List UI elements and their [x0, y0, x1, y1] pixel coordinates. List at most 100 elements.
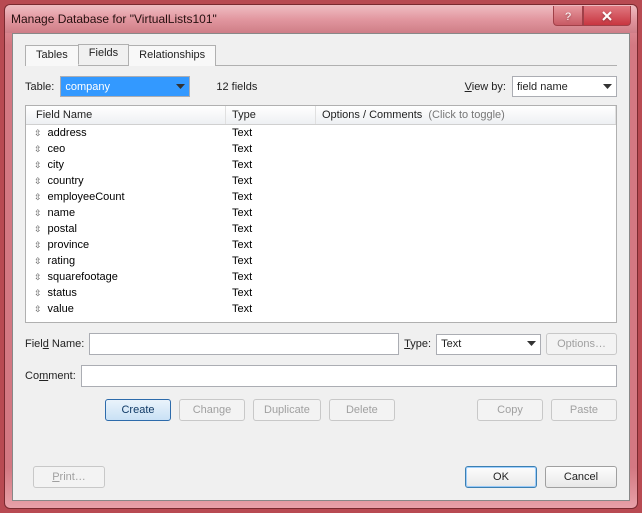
fields-grid[interactable]: Field Name Type Options / Comments (Clic… [25, 105, 617, 323]
cell-type: Text [226, 223, 316, 235]
chevron-down-icon [603, 84, 612, 90]
comment-label: Comment: [25, 370, 76, 382]
duplicate-button[interactable]: Duplicate [253, 399, 321, 421]
field-name-text: status [48, 287, 77, 299]
drag-handle-icon[interactable]: ⇳ [34, 160, 42, 171]
field-count: 12 fields [216, 81, 257, 93]
table-row[interactable]: ⇳ postal Text [26, 221, 616, 237]
tab-label: Fields [89, 47, 118, 59]
drag-handle-icon[interactable]: ⇳ [34, 240, 42, 251]
table-row[interactable]: ⇳cityText [26, 157, 616, 173]
field-name-text: city [48, 159, 65, 171]
col-field-name[interactable]: Field Name [26, 106, 226, 124]
cell-type: Text [226, 239, 316, 251]
grid-body: ⇳addressText⇳ceoText⇳cityText⇳countryTex… [26, 125, 616, 317]
table-select-value: company [65, 81, 110, 93]
drag-handle-icon[interactable]: ⇳ [34, 256, 42, 267]
field-name-text: ceo [48, 143, 66, 155]
drag-handle-icon[interactable]: ⇳ [34, 272, 42, 283]
table-row[interactable]: ⇳squarefootageText [26, 269, 616, 285]
tab-fields[interactable]: Fields [78, 44, 129, 65]
delete-button[interactable]: Delete [329, 399, 395, 421]
drag-handle-icon[interactable]: ⇳ [34, 288, 42, 299]
table-row[interactable]: ⇳employeeCountText [26, 189, 616, 205]
button-label: Change [193, 404, 232, 416]
options-button-label: Options… [557, 338, 606, 350]
table-row[interactable]: ⇳ address Text [26, 125, 616, 141]
drag-handle-icon[interactable]: ⇳ [34, 192, 42, 203]
button-label: Create [121, 404, 154, 416]
table-row[interactable]: ⇳ province Text [26, 237, 616, 253]
field-name-text: postal [48, 223, 77, 235]
grid-header[interactable]: Field Name Type Options / Comments (Clic… [26, 106, 616, 125]
copy-button[interactable]: Copy [477, 399, 543, 421]
cell-field-name: ⇳country [26, 175, 226, 187]
tab-label: Tables [36, 49, 68, 61]
table-row[interactable]: ⇳ratingText [26, 253, 616, 269]
cell-field-name: ⇳employeeCount [26, 191, 226, 203]
cell-type: Text [226, 143, 316, 155]
options-button[interactable]: Options… [546, 333, 617, 355]
paste-button[interactable]: Paste [551, 399, 617, 421]
ok-button[interactable]: OK [465, 466, 537, 488]
cell-field-name: ⇳ ceo [26, 143, 226, 155]
print-button[interactable]: Print… [33, 466, 105, 488]
help-button[interactable]: ? [553, 6, 583, 26]
drag-handle-icon[interactable]: ⇳ [34, 128, 42, 139]
tab-tables[interactable]: Tables [25, 45, 79, 66]
comment-input[interactable] [81, 365, 617, 387]
drag-handle-icon[interactable]: ⇳ [34, 208, 42, 219]
field-name-text: squarefootage [48, 271, 118, 283]
table-row[interactable]: ⇳ ceo Text [26, 141, 616, 157]
col-options[interactable]: Options / Comments (Click to toggle) [316, 106, 616, 124]
field-name-text: name [48, 207, 76, 219]
drag-handle-icon[interactable]: ⇳ [34, 176, 42, 187]
titlebar[interactable]: Manage Database for "VirtualLists101" ? [5, 5, 637, 33]
cell-type: Text [226, 191, 316, 203]
cell-field-name: ⇳ postal [26, 223, 226, 235]
window-controls: ? [553, 6, 631, 26]
viewby-select[interactable]: field name [512, 76, 617, 97]
window-title: Manage Database for "VirtualLists101" [11, 12, 553, 26]
fieldname-label: Field Name: [25, 338, 84, 350]
button-label: Copy [497, 404, 523, 416]
tab-relationships[interactable]: Relationships [128, 45, 216, 66]
tab-label: Relationships [139, 49, 205, 61]
cell-type: Text [226, 127, 316, 139]
type-select[interactable]: Text [436, 334, 541, 355]
fieldname-input[interactable] [89, 333, 399, 355]
button-label: Paste [570, 404, 598, 416]
col-type[interactable]: Type [226, 106, 316, 124]
comment-row: Comment: [25, 365, 617, 387]
button-label: OK [493, 471, 509, 483]
cell-field-name: ⇳ address [26, 127, 226, 139]
drag-handle-icon[interactable]: ⇳ [34, 304, 42, 315]
button-label: Delete [346, 404, 378, 416]
field-name-text: address [48, 127, 87, 139]
button-label: Print… [52, 471, 86, 483]
dialog-footer: Print… OK Cancel [25, 466, 617, 488]
table-row[interactable]: ⇳statusText [26, 285, 616, 301]
drag-handle-icon[interactable]: ⇳ [34, 224, 42, 235]
close-button[interactable] [583, 6, 631, 26]
table-row[interactable]: ⇳countryText [26, 173, 616, 189]
type-label: Type: [404, 338, 431, 350]
create-button[interactable]: Create [105, 399, 171, 421]
table-toolbar: Table: company 12 fields View by: field … [25, 76, 617, 97]
col-options-label: Options / Comments [322, 109, 422, 121]
drag-handle-icon[interactable]: ⇳ [34, 144, 42, 155]
cell-field-name: ⇳ status [26, 287, 226, 299]
table-label: Table: [25, 81, 54, 93]
chevron-down-icon [527, 341, 536, 347]
table-row[interactable]: ⇳valueText [26, 301, 616, 317]
change-button[interactable]: Change [179, 399, 245, 421]
dialog-window: Manage Database for "VirtualLists101" ? … [4, 4, 638, 509]
field-name-text: province [48, 239, 90, 251]
table-select[interactable]: company [60, 76, 190, 97]
cancel-button[interactable]: Cancel [545, 466, 617, 488]
cell-field-name: ⇳ name [26, 207, 226, 219]
cell-field-name: ⇳rating [26, 255, 226, 267]
field-name-text: value [48, 303, 74, 315]
type-select-value: Text [441, 338, 461, 350]
table-row[interactable]: ⇳nameText [26, 205, 616, 221]
